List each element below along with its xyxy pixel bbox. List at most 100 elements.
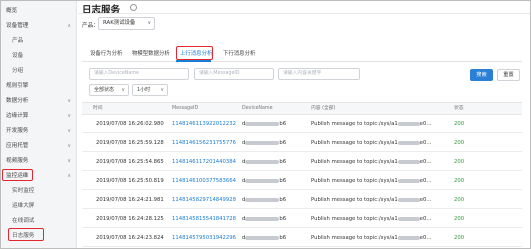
- cell-messageid-link[interactable]: 1148146117201440384: [172, 154, 236, 170]
- highlight-monitoring-ops: [2, 169, 33, 181]
- content-suffix: e0...: [419, 159, 432, 165]
- sidebar-item[interactable]: 应用托管 ∨: [1, 138, 77, 154]
- cell-devicename: d b6: [242, 230, 286, 246]
- sidebar-item[interactable]: 在线调试: [1, 213, 77, 229]
- sidebar-item[interactable]: 实时监控: [1, 183, 77, 199]
- sidebar-item[interactable]: 开发服务 ∨: [1, 123, 77, 139]
- cell-status: 200: [454, 159, 465, 165]
- cell-messageid-link[interactable]: 1148146100377583664: [172, 173, 236, 189]
- redacted-mask: [397, 197, 420, 202]
- table-row[interactable]: 2019/07/08 16:24:21.981 11481458297148499…: [82, 192, 522, 209]
- redacted-mask: [397, 121, 420, 126]
- cell-messageid-link[interactable]: 1148145815541841728: [172, 211, 236, 227]
- col-header-content: 内容 (全部): [311, 106, 336, 111]
- content-suffix: e0...: [419, 140, 432, 146]
- sidebar-item[interactable]: 数据分析 ∨: [1, 93, 77, 109]
- cell-content: Publish message to topic:/sys/a1 e0...: [311, 230, 431, 246]
- sidebar-item[interactable]: 产品: [1, 33, 77, 49]
- tab-downstream-messages[interactable]: 下行消息分析: [223, 49, 255, 57]
- chevron-down-icon: ∨: [67, 98, 71, 104]
- content-prefix: Publish message to topic:/sys/a1: [311, 197, 398, 203]
- cell-messageid-link[interactable]: 1148146156231755776: [172, 135, 236, 151]
- tab-device-behavior[interactable]: 设备行为分析: [90, 49, 122, 57]
- table-row[interactable]: 2019/07/08 16:24:28.125 11481458155418417…: [82, 211, 522, 228]
- search-button[interactable]: 搜索: [470, 69, 493, 81]
- cell-messageid-link[interactable]: 1148145829714849928: [172, 192, 236, 208]
- cell-content: Publish message to topic:/sys/a1 e0...: [311, 192, 431, 208]
- devicename-suffix: b6: [279, 178, 287, 184]
- sidebar-item[interactable]: 运维大屏: [1, 198, 77, 214]
- content-keyword-input[interactable]: 请输入内容关键字: [278, 68, 360, 80]
- sidebar-item[interactable]: 视频服务 ∨: [1, 153, 77, 169]
- sidebar-item-label: 实时监控: [12, 188, 35, 194]
- content-suffix: e0...: [419, 216, 432, 222]
- devicename-suffix: b6: [279, 121, 287, 127]
- content-suffix: e0...: [419, 121, 432, 127]
- content-prefix: Publish message to topic:/sys/a1: [311, 178, 398, 184]
- content-prefix: Publish message to topic:/sys/a1: [311, 235, 398, 241]
- chevron-down-icon: ∨: [67, 128, 71, 134]
- time-range-select[interactable]: 1小时 ∨: [132, 84, 168, 96]
- content-suffix: e0...: [419, 178, 432, 184]
- table-row[interactable]: 2019/07/08 16:25:59.128 11481461562317557…: [82, 135, 522, 152]
- chevron-down-icon: ∨: [160, 87, 164, 93]
- sidebar-item[interactable]: 规则引擎: [1, 78, 77, 94]
- sidebar-item-label: 分组: [12, 68, 24, 74]
- devicename-input[interactable]: 请输入DeviceName: [89, 68, 189, 80]
- sidebar-item-label: 数据分析: [6, 98, 29, 104]
- sidebar-item[interactable]: 设备: [1, 48, 77, 64]
- cell-time: 2019/07/08 16:25:59.128: [96, 140, 164, 146]
- redacted-mask: [245, 121, 280, 126]
- cell-content: Publish message to topic:/sys/a1 e0...: [311, 173, 431, 189]
- cell-content: Publish message to topic:/sys/a1 e0...: [311, 116, 431, 132]
- cell-status: 200: [454, 197, 465, 203]
- sidebar-item[interactable]: 边缘计算 ∨: [1, 108, 77, 124]
- cell-status: 200: [454, 235, 465, 241]
- reset-button[interactable]: 重置: [497, 69, 520, 81]
- cell-content: Publish message to topic:/sys/a1 e0...: [311, 135, 431, 151]
- cell-messageid-link[interactable]: 1148146113922012232: [172, 116, 236, 132]
- redacted-mask: [245, 140, 280, 145]
- redacted-mask: [245, 159, 280, 164]
- col-header-devicename: DeviceName: [242, 106, 273, 111]
- sidebar-item[interactable]: 分组: [1, 63, 77, 79]
- sidebar-item-label: 应用托管: [6, 143, 29, 149]
- status-select[interactable]: 全部状态 ∨: [89, 84, 129, 96]
- redacted-mask: [245, 197, 280, 202]
- product-label: 产品：: [82, 23, 99, 29]
- cell-content: Publish message to topic:/sys/a1 e0...: [311, 211, 431, 227]
- col-header-time: 时间: [93, 106, 103, 111]
- content-prefix: Publish message to topic:/sys/a1: [311, 216, 398, 222]
- table-row[interactable]: 2019/07/08 16:24:23.824 11481457950319422…: [82, 230, 522, 247]
- product-select[interactable]: RAK测试设备 ∨: [98, 17, 155, 30]
- sidebar-item-label: 运维大屏: [12, 203, 35, 209]
- cell-devicename: d b6: [242, 116, 286, 132]
- cell-status: 200: [454, 178, 465, 184]
- cell-messageid-link[interactable]: 1148145795031942296: [172, 230, 236, 246]
- sidebar-item[interactable]: 设备管理 ∧: [1, 18, 77, 34]
- active-tab-indicator: [176, 60, 211, 62]
- chevron-up-icon: ∧: [67, 173, 71, 179]
- sidebar-item[interactable]: 概览: [1, 3, 77, 19]
- table-header: 时间 MessageID DeviceName 内容 (全部) 状态: [82, 102, 522, 115]
- chevron-down-icon: ∨: [147, 20, 151, 26]
- help-icon[interactable]: [130, 4, 137, 11]
- header-divider: [78, 13, 530, 14]
- sidebar-item-label: 概览: [6, 8, 18, 14]
- table-row[interactable]: 2019/07/08 16:25:54.865 11481461172014403…: [82, 154, 522, 171]
- chevron-down-icon: ∨: [67, 158, 71, 164]
- tab-thing-model-data[interactable]: 物模型数据分析: [132, 49, 170, 57]
- cell-devicename: d b6: [242, 154, 286, 170]
- cell-devicename: d b6: [242, 135, 286, 151]
- content-suffix: e0...: [419, 197, 432, 203]
- sidebar-item-label: 产品: [12, 38, 24, 44]
- sidebar-item-label: 设备: [12, 53, 24, 59]
- redacted-mask: [397, 216, 420, 221]
- content-suffix: e0...: [419, 235, 432, 241]
- table-row[interactable]: 2019/07/08 16:26:02.980 11481461139220122…: [82, 116, 522, 133]
- table-row[interactable]: 2019/07/08 16:25:50.819 11481461003775836…: [82, 173, 522, 190]
- content-prefix: Publish message to topic:/sys/a1: [311, 121, 398, 127]
- cell-devicename: d b6: [242, 192, 286, 208]
- redacted-mask: [245, 216, 280, 221]
- messageid-input[interactable]: 请输入MessageID: [194, 68, 274, 80]
